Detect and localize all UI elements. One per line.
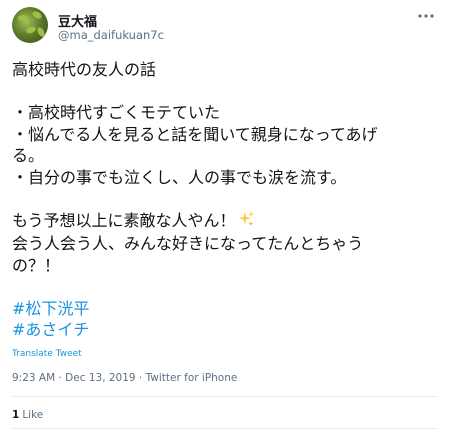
tweet-text: 高校時代の友人の話 ・高校時代すごくモテていた ・悩んでる人を見ると話を聞いて親… — [12, 59, 437, 341]
more-icon — [418, 14, 434, 18]
avatar[interactable] — [12, 7, 48, 43]
avatar-detail — [25, 25, 37, 35]
tweet-line: ・高校時代すごくモテていた — [12, 103, 221, 122]
tweet-card: 豆大福 @ma_daifukuan7c 高校時代の友人の話 ・高校時代すごくモテ… — [0, 0, 449, 432]
likes-stat[interactable]: 1 Like — [12, 409, 43, 421]
tweet-line: 会う人会う人、みんな好きになってたんとちゃう — [12, 234, 364, 253]
author-handle[interactable]: @ma_daifukuan7c — [58, 28, 164, 42]
hashtag-link[interactable]: #松下洸平 — [12, 298, 437, 320]
tweet-line: 高校時代の友人の話 — [12, 60, 157, 79]
tweet-line: の？！ — [12, 255, 61, 275]
sparkles-icon — [237, 210, 255, 234]
tweet-line-with-emoji: もう予想以上に素敵な人やん！ — [12, 210, 437, 234]
divider — [12, 428, 437, 429]
tweet-timestamp[interactable]: 9:23 AM · Dec 13, 2019 · Twitter for iPh… — [12, 372, 237, 384]
like-label: Like — [22, 409, 44, 421]
avatar-detail — [31, 9, 43, 21]
avatar-detail — [18, 15, 28, 21]
hashtag-link[interactable]: #あさイチ — [12, 319, 437, 341]
avatar-detail — [35, 26, 47, 38]
tweet-line: ・悩んでる人を見ると話を聞いて親身になってあげ — [12, 124, 378, 144]
divider — [12, 396, 437, 397]
tweet-line: る。 — [12, 146, 45, 165]
tweet-line: ・自分の事でも泣くし、人の事でも涙を流す。 — [12, 167, 347, 187]
more-options-button[interactable] — [413, 6, 439, 26]
translate-tweet-link[interactable]: Translate Tweet — [12, 349, 82, 359]
tweet-line: もう予想以上に素敵な人やん！ — [12, 210, 236, 230]
like-count: 1 — [12, 409, 20, 421]
